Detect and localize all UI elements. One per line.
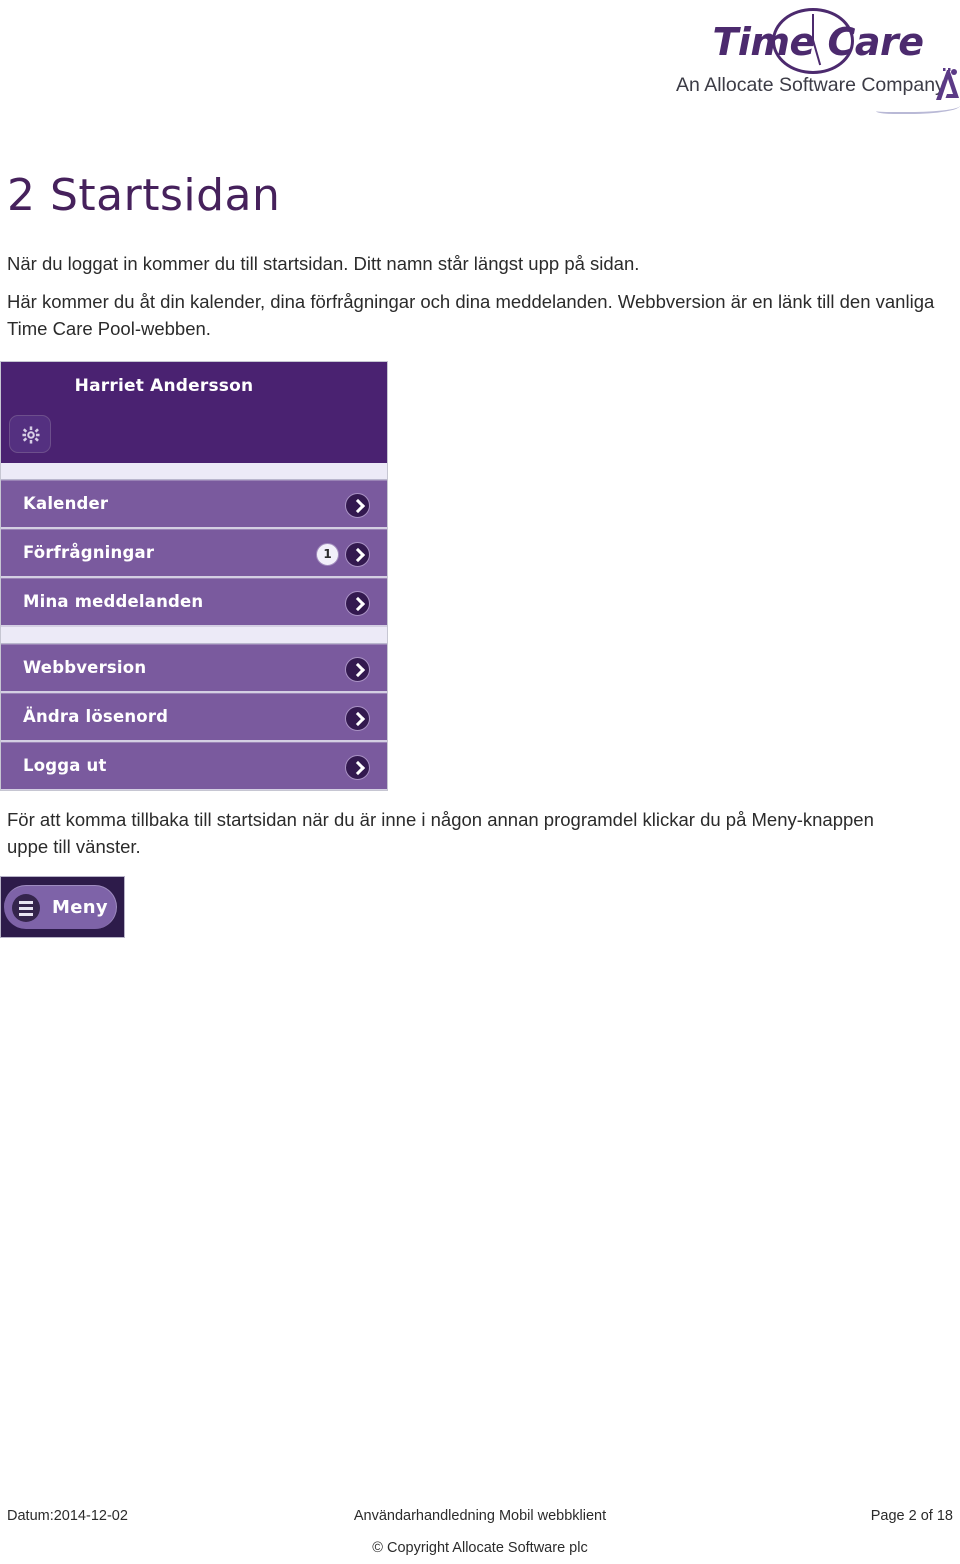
chevron-right-icon: [345, 493, 370, 518]
menu-item-badge-count: 1: [316, 543, 339, 566]
menu-item-label: Kalender: [23, 494, 109, 513]
footer-copyright: © Copyright Allocate Software plc: [372, 1540, 588, 1556]
hamburger-icon: [12, 894, 40, 922]
menu-group-separator-top: [1, 463, 387, 480]
page-footer: Datum:2014-12-02 Användarhandledning Mob…: [0, 1508, 960, 1564]
chevron-right-icon: [345, 755, 370, 780]
allocate-a-mark-icon: [936, 68, 959, 100]
menu-item-andra-losenord[interactable]: Ändra lösenord: [1, 693, 387, 742]
menu-item-label: Ändra lösenord: [23, 707, 169, 726]
menu-item-label: Logga ut: [23, 756, 107, 775]
description-paragraph: Här kommer du åt din kalender, dina förf…: [7, 291, 935, 339]
chevron-right-icon: [345, 657, 370, 682]
document-page: Time Care An Allocate Software Company 2…: [0, 0, 960, 1564]
startpage-screenshot: Harriet Andersson Kalender Förfrågningar…: [0, 361, 388, 791]
meny-button[interactable]: Meny: [4, 885, 117, 929]
footer-row: Datum:2014-12-02 Användarhandledning Mob…: [0, 1508, 960, 1534]
settings-button[interactable]: [9, 415, 51, 453]
app-user-name: Harriet Andersson: [74, 376, 254, 396]
logo-tagline: An Allocate Software Company: [676, 74, 945, 96]
menu-item-label: Webbversion: [23, 658, 147, 677]
footer-page-number: Page 2 of 18: [870, 1508, 953, 1524]
logo-wordmark: Time Care: [712, 20, 924, 64]
menu-item-forfragningar[interactable]: Förfrågningar 1: [1, 529, 387, 578]
logo-swoosh-icon: [876, 100, 960, 114]
menu-item-label: Mina meddelanden: [23, 592, 204, 611]
time-care-logo: Time Care An Allocate Software Company: [676, 8, 960, 116]
menu-button-paragraph: För att komma tillbaka till startsidan n…: [7, 809, 874, 857]
chevron-right-icon: [345, 591, 370, 616]
meny-button-label: Meny: [52, 897, 108, 918]
page-title: 2 Startsidan: [7, 170, 281, 221]
menu-group-separator-middle: [1, 627, 387, 644]
menu-item-logga-ut[interactable]: Logga ut: [1, 742, 387, 790]
menu-item-kalender[interactable]: Kalender: [1, 480, 387, 529]
meny-button-screenshot: Meny: [0, 876, 125, 938]
app-header: Harriet Andersson: [1, 362, 387, 463]
gear-icon: [22, 426, 40, 444]
footer-document-title: Användarhandledning Mobil webbklient: [353, 1508, 607, 1524]
intro-paragraph: När du loggat in kommer du till startsid…: [7, 253, 640, 274]
chevron-right-icon: [345, 706, 370, 731]
menu-item-label: Förfrågningar: [23, 543, 155, 562]
menu-item-mina-meddelanden[interactable]: Mina meddelanden: [1, 578, 387, 627]
chevron-right-icon: [345, 542, 370, 567]
menu-item-webbversion[interactable]: Webbversion: [1, 644, 387, 693]
